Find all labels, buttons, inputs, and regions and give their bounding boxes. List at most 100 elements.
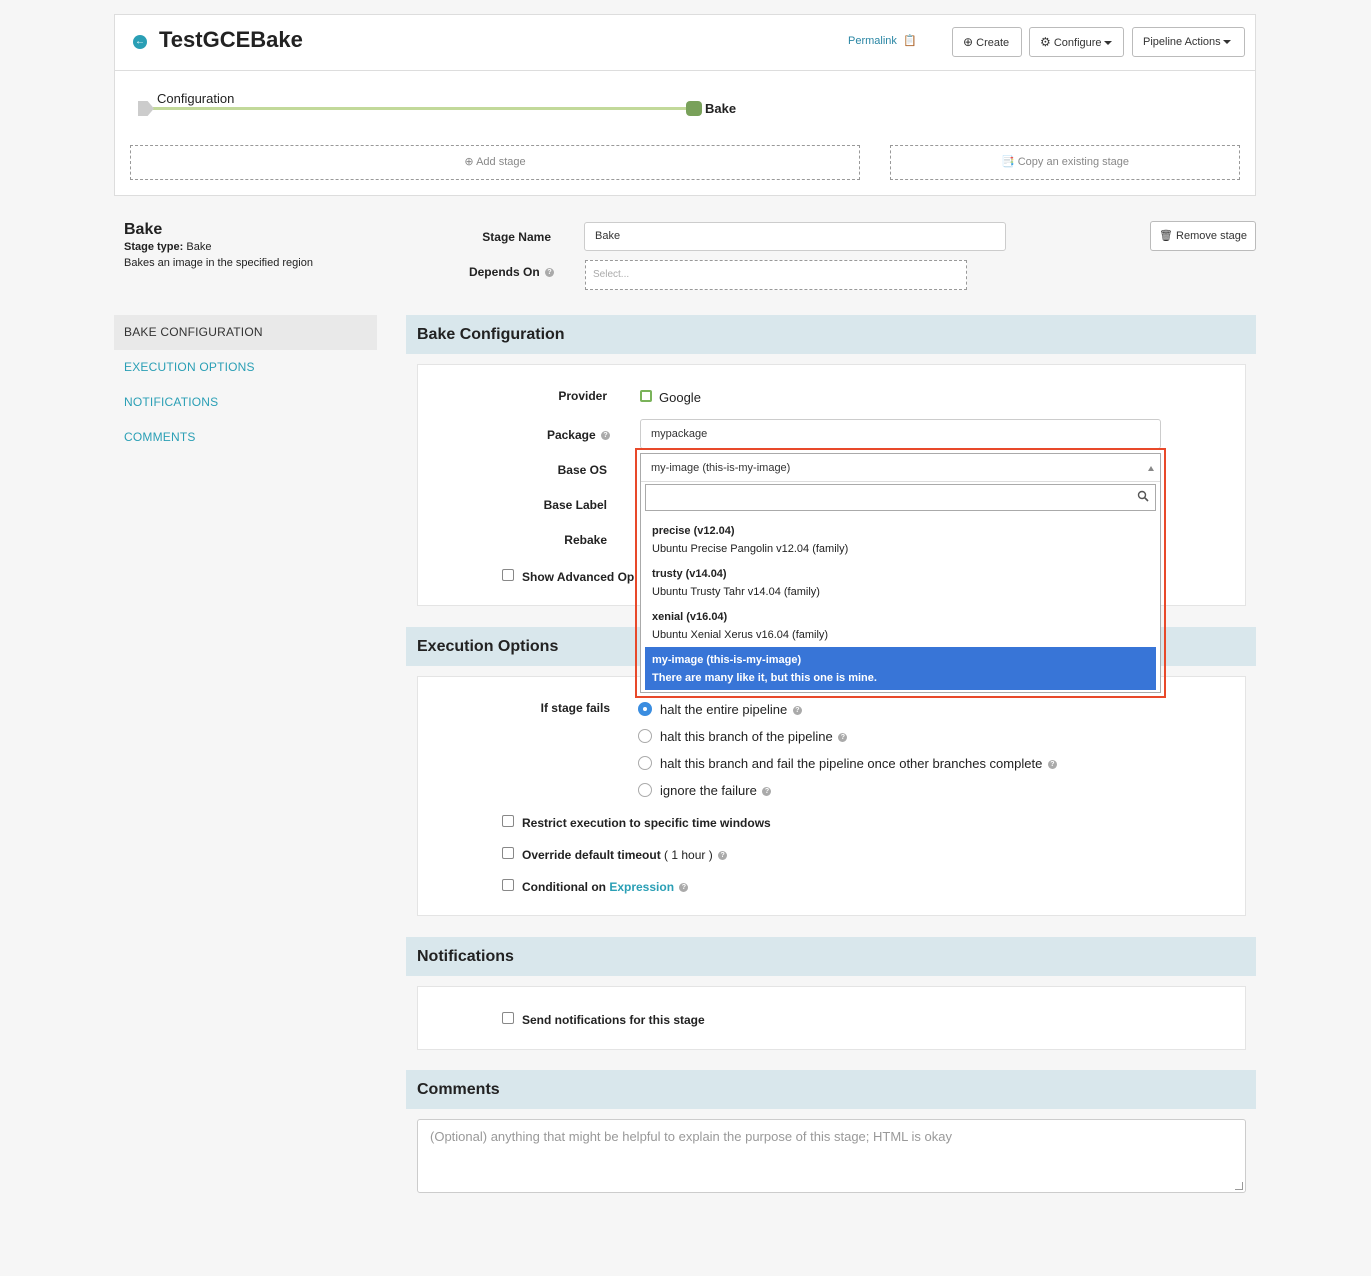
radio-halt-branch-fail[interactable] — [638, 756, 652, 770]
comments-header: Comments — [406, 1070, 1256, 1109]
configure-label: Configure — [1053, 37, 1102, 49]
bake-node[interactable] — [686, 101, 702, 116]
configuration-node-label[interactable]: Configuration — [157, 91, 234, 106]
nav-item-notifications[interactable]: NOTIFICATIONS — [124, 395, 218, 409]
plus-circle-icon: ⊕ — [464, 156, 474, 168]
override-timeout-label[interactable]: Override default timeout ( 1 hour ) ? — [522, 848, 728, 862]
chevron-up-icon[interactable] — [1148, 466, 1154, 471]
base-os-selected-text: my-image (this-is-my-image) — [651, 462, 791, 474]
remove-stage-button[interactable]: 🗑 Remove stage — [1150, 221, 1256, 251]
resize-handle-icon[interactable] — [1235, 1182, 1243, 1190]
pipeline-title: TestGCEBake — [159, 27, 303, 52]
send-notifications-label[interactable]: Send notifications for this stage — [522, 1013, 705, 1027]
remove-stage-label: Remove stage — [1176, 230, 1247, 242]
help-icon[interactable]: ? — [838, 733, 848, 743]
override-timeout-checkbox[interactable] — [502, 847, 514, 859]
restrict-execution-checkbox[interactable] — [502, 815, 514, 827]
restrict-execution-label[interactable]: Restrict execution to specific time wind… — [522, 816, 771, 830]
help-icon[interactable]: ? — [545, 268, 554, 278]
gear-icon: ⚙ — [1040, 35, 1051, 49]
halt-branch-fail-text: halt this branch and fail the pipeline o… — [660, 756, 1043, 771]
caret-down-icon — [1222, 40, 1231, 45]
bake-node-label[interactable]: Bake — [705, 101, 736, 116]
radio-halt-pipeline[interactable] — [638, 702, 652, 716]
conditional-checkbox[interactable] — [502, 879, 514, 891]
base-os-label: Base OS — [557, 463, 607, 477]
option-subtitle: Ubuntu Precise Pangolin v12.04 (family) — [652, 543, 849, 555]
help-icon[interactable]: ? — [792, 706, 802, 716]
provider-value: Google — [659, 390, 701, 405]
copy-stage-button[interactable]: 📑 Copy an existing stage — [890, 145, 1240, 180]
stage-heading: Bake — [124, 221, 163, 238]
nav-item-execution-options[interactable]: EXECUTION OPTIONS — [124, 360, 255, 374]
help-icon[interactable]: ? — [601, 431, 610, 441]
pipeline-actions-button[interactable]: Pipeline Actions — [1132, 27, 1245, 57]
halt-pipeline-text: halt the entire pipeline — [660, 702, 788, 717]
depends-on-label: Depends On ? — [420, 265, 554, 279]
override-timeout-text: Override default timeout — [522, 848, 661, 862]
expression-link[interactable]: Expression — [609, 880, 674, 894]
option-subtitle: Ubuntu Xenial Xerus v16.04 (family) — [652, 629, 829, 641]
halt-branch-text: halt this branch of the pipeline — [660, 729, 833, 744]
copy-stage-label: Copy an existing stage — [1017, 156, 1130, 168]
configure-button[interactable]: ⚙ Configure — [1029, 27, 1124, 57]
radio-halt-pipeline-label[interactable]: halt the entire pipeline ? — [660, 702, 802, 717]
depends-on-select[interactable]: Select... — [585, 260, 967, 290]
conditional-label[interactable]: Conditional on Expression ? — [522, 880, 689, 894]
provider-label: Provider — [558, 389, 607, 403]
stage-name-input[interactable]: Bake — [584, 222, 1006, 251]
option-title: trusty (v14.04) — [652, 568, 727, 580]
radio-halt-branch-label[interactable]: halt this branch of the pipeline ? — [660, 729, 848, 744]
stage-description: Bakes an image in the specified region — [124, 257, 313, 269]
package-text: Package — [546, 428, 596, 442]
option-title: precise (v12.04) — [652, 525, 735, 537]
help-icon[interactable]: ? — [679, 883, 689, 893]
help-icon[interactable]: ? — [718, 851, 728, 861]
stage-type-value: Bake — [186, 241, 212, 253]
chip-icon — [640, 390, 652, 402]
override-timeout-value: ( 1 hour ) — [664, 848, 713, 862]
ignore-failure-text: ignore the failure — [660, 783, 757, 798]
stage-name-label: Stage Name — [482, 230, 551, 244]
send-notifications-checkbox[interactable] — [502, 1012, 514, 1024]
show-advanced-checkbox[interactable] — [502, 569, 514, 581]
copy-icon: 📑 — [1000, 156, 1015, 168]
option-subtitle: There are many like it, but this one is … — [652, 672, 877, 684]
help-icon[interactable]: ? — [1047, 760, 1057, 770]
package-input[interactable]: mypackage — [640, 419, 1161, 449]
dropdown-search-input[interactable] — [645, 484, 1156, 511]
option-subtitle: Ubuntu Trusty Tahr v14.04 (family) — [652, 586, 820, 598]
comments-textarea[interactable]: (Optional) anything that might be helpfu… — [417, 1119, 1246, 1193]
radio-ignore-failure[interactable] — [638, 783, 652, 797]
search-icon — [1137, 490, 1149, 502]
radio-halt-branch-fail-label[interactable]: halt this branch and fail the pipeline o… — [660, 756, 1057, 771]
dropdown-option[interactable]: precise (v12.04) Ubuntu Precise Pangolin… — [645, 518, 1156, 561]
nav-item-bake-configuration[interactable]: BAKE CONFIGURATION — [124, 325, 263, 339]
clipboard-icon[interactable]: 📋 — [903, 34, 917, 47]
base-os-selected-value[interactable]: my-image (this-is-my-image) — [641, 454, 1160, 482]
configuration-node[interactable] — [138, 101, 154, 116]
dropdown-option[interactable]: trusty (v14.04) Ubuntu Trusty Tahr v14.0… — [645, 561, 1156, 604]
pipeline-actions-label: Pipeline Actions — [1143, 36, 1221, 48]
pipeline-header-card: ← TestGCEBake Permalink 📋 ⊕ Create ⚙ Con… — [114, 14, 1256, 196]
package-label: Package ? — [490, 428, 610, 442]
option-title: xenial (v16.04) — [652, 611, 728, 623]
radio-ignore-failure-label[interactable]: ignore the failure ? — [660, 783, 772, 798]
stage-type-label: Stage type: — [124, 241, 184, 253]
dropdown-option[interactable]: xenial (v16.04) Ubuntu Xenial Xerus v16.… — [645, 604, 1156, 647]
permalink-link[interactable]: Permalink — [848, 35, 897, 47]
show-advanced-label[interactable]: Show Advanced Op — [522, 570, 634, 584]
radio-halt-branch[interactable] — [638, 729, 652, 743]
dropdown-option-selected[interactable]: my-image (this-is-my-image) There are ma… — [645, 647, 1156, 690]
create-button[interactable]: ⊕ Create — [952, 27, 1022, 57]
conditional-text: Conditional on — [522, 880, 606, 894]
comments-placeholder: (Optional) anything that might be helpfu… — [430, 1129, 952, 1144]
if-stage-fails-label: If stage fails — [540, 701, 610, 715]
base-os-dropdown[interactable]: my-image (this-is-my-image) precise (v12… — [640, 453, 1161, 693]
notifications-header: Notifications — [406, 937, 1256, 976]
nav-item-comments[interactable]: COMMENTS — [124, 430, 196, 444]
back-arrow-icon[interactable]: ← — [133, 35, 147, 49]
bake-configuration-header: Bake Configuration — [406, 315, 1256, 354]
add-stage-button[interactable]: ⊕ Add stage — [130, 145, 860, 180]
help-icon[interactable]: ? — [762, 787, 772, 797]
